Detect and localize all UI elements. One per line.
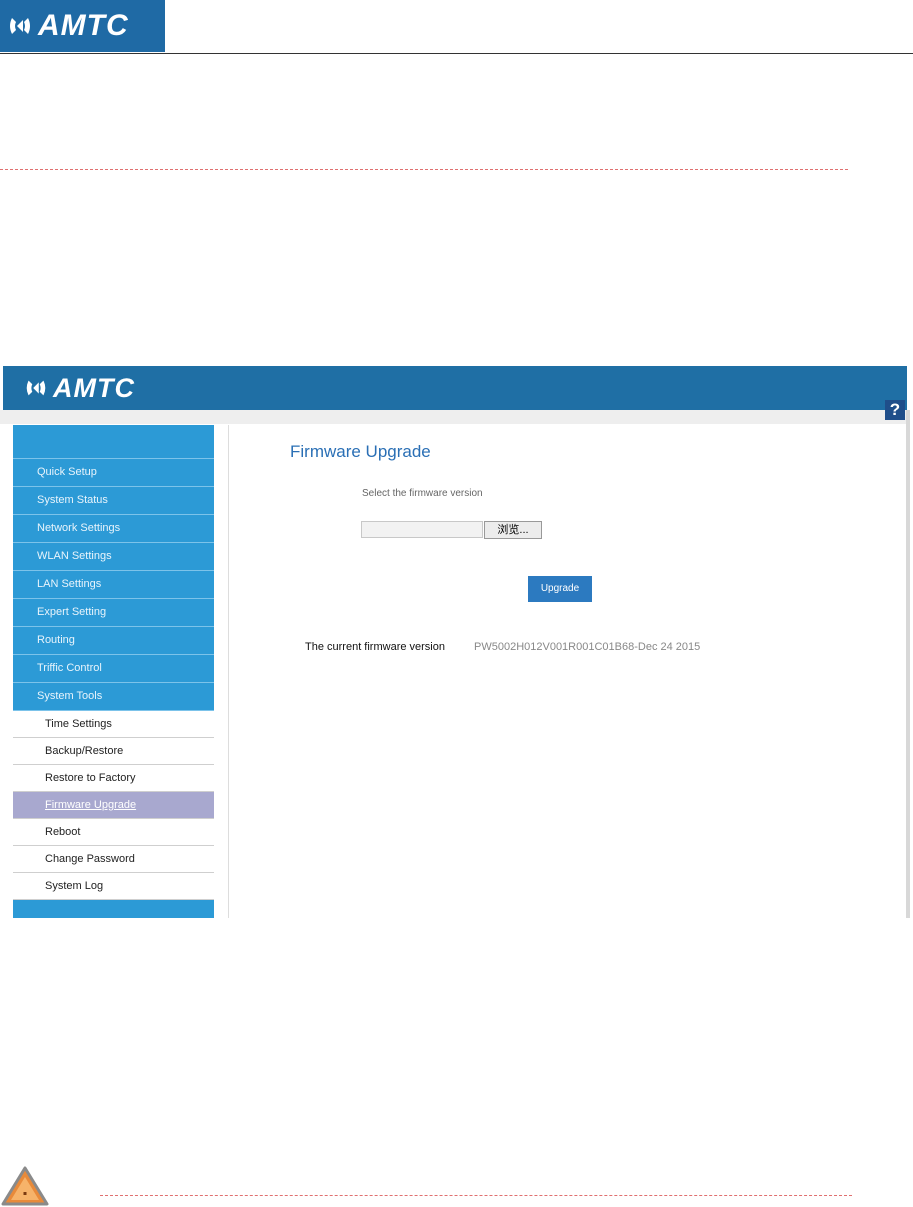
header-separator xyxy=(0,410,910,424)
doc-brand-text: AMTC xyxy=(38,9,129,42)
sidebar-subitem-system-log[interactable]: System Log xyxy=(13,873,214,900)
doc-logo: AMTC xyxy=(0,0,165,52)
logo-icon xyxy=(10,18,30,34)
dashed-divider-bottom xyxy=(100,1195,852,1196)
sidebar-item-network-settings[interactable]: Network Settings xyxy=(13,515,214,543)
current-firmware-label: The current firmware version xyxy=(305,641,445,653)
browse-button[interactable]: 浏览... xyxy=(484,521,542,539)
sidebar-subitem-backup-restore[interactable]: Backup/Restore xyxy=(13,738,214,765)
logo-icon xyxy=(26,380,46,396)
sidebar-subitem-restore-to-factory[interactable]: Restore to Factory xyxy=(13,765,214,792)
current-firmware-value: PW5002H012V001R001C01B68-Dec 24 2015 xyxy=(474,641,701,653)
sidebar-item-traffic-control[interactable]: Triffic Control xyxy=(13,655,214,683)
sidebar-item-wlan-settings[interactable]: WLAN Settings xyxy=(13,543,214,571)
sidebar-item-lan-settings[interactable]: LAN Settings xyxy=(13,571,214,599)
caution-icon xyxy=(1,1166,49,1206)
page-title: Firmware Upgrade xyxy=(290,442,431,461)
help-icon[interactable]: ? xyxy=(885,400,905,420)
main-panel xyxy=(228,425,905,918)
sidebar-top xyxy=(13,425,214,459)
select-firmware-label: Select the firmware version xyxy=(362,488,483,499)
upgrade-button[interactable]: Upgrade xyxy=(528,576,592,602)
dashed-divider-top xyxy=(0,169,848,170)
router-screenshot: AMTC Quick Setup System Status Network S… xyxy=(0,366,910,918)
app-header: AMTC xyxy=(3,366,907,410)
sidebar-item-system-status[interactable]: System Status xyxy=(13,487,214,515)
sidebar-subitem-firmware-upgrade[interactable]: Firmware Upgrade xyxy=(13,792,214,819)
firmware-file-input[interactable] xyxy=(361,521,483,538)
sidebar-subitem-change-password[interactable]: Change Password xyxy=(13,846,214,873)
sidebar-subitem-reboot[interactable]: Reboot xyxy=(13,819,214,846)
sidebar-item-quick-setup[interactable]: Quick Setup xyxy=(13,459,214,487)
scrollbar[interactable] xyxy=(906,410,910,918)
sidebar: Quick Setup System Status Network Settin… xyxy=(13,425,214,918)
sidebar-item-routing[interactable]: Routing xyxy=(13,627,214,655)
sidebar-item-expert-setting[interactable]: Expert Setting xyxy=(13,599,214,627)
app-brand-text: AMTC xyxy=(53,372,135,403)
sidebar-item-system-tools[interactable]: System Tools xyxy=(13,683,214,711)
doc-header-divider xyxy=(0,53,913,54)
sidebar-subitem-time-settings[interactable]: Time Settings xyxy=(13,711,214,738)
